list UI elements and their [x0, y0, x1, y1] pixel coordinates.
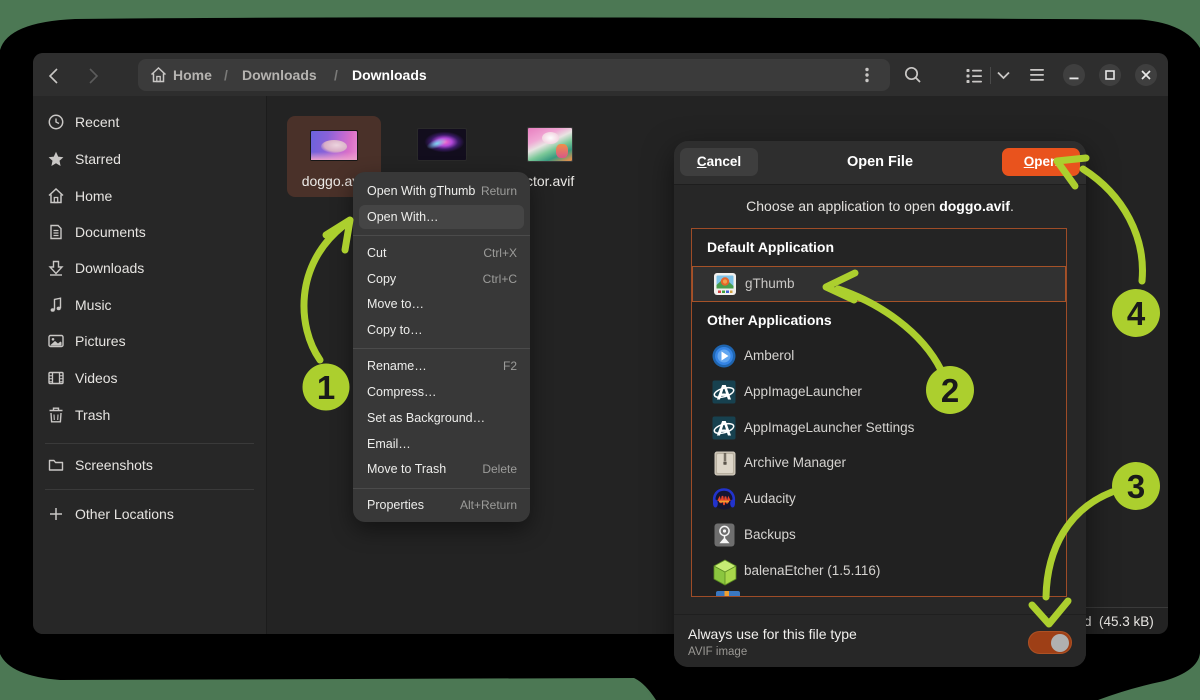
svg-text:1: 1	[317, 369, 335, 406]
svg-text:4: 4	[1127, 295, 1146, 332]
svg-text:2: 2	[941, 372, 959, 409]
svg-text:3: 3	[1127, 468, 1145, 505]
